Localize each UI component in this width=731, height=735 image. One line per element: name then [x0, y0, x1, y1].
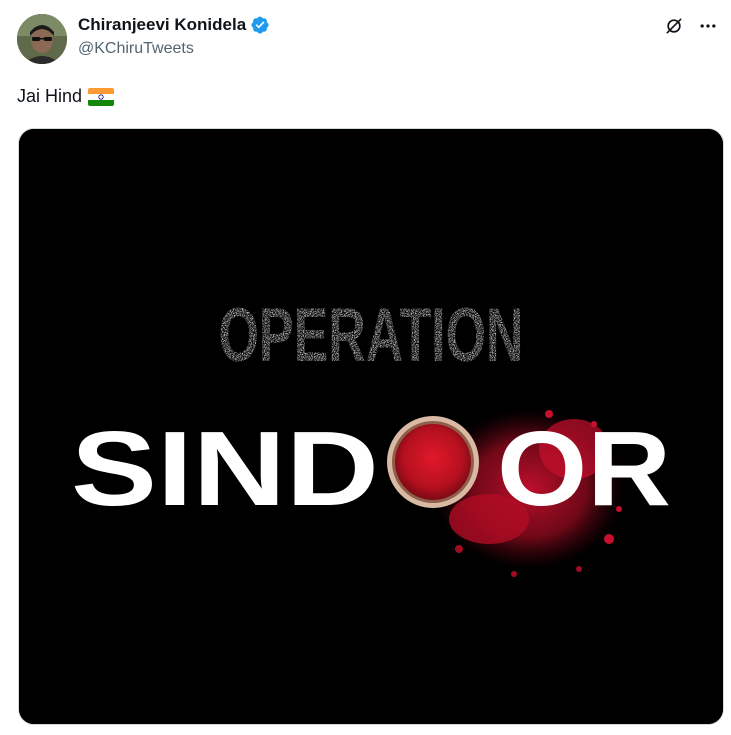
- tweet-text-content: Jai Hind: [17, 86, 83, 106]
- sindoor-bowl-icon: [387, 416, 479, 508]
- tweet-media-image[interactable]: OPERATION SIND OR: [18, 128, 724, 725]
- media-line-or: OR: [497, 410, 671, 528]
- avatar[interactable]: [17, 14, 67, 64]
- grok-icon[interactable]: [663, 15, 685, 37]
- author-display-name[interactable]: Chiranjeevi Konidela: [78, 15, 246, 35]
- tweet-card: Chiranjeevi Konidela @KChiruTweets Jai H…: [0, 0, 731, 735]
- tweet-actions-top: [663, 15, 719, 37]
- tweet-text: Jai Hind: [17, 86, 115, 107]
- more-options-icon[interactable]: [697, 15, 719, 37]
- media-line-sind: SIND: [71, 410, 379, 528]
- india-flag-icon: [88, 87, 115, 106]
- verified-badge-icon[interactable]: [250, 15, 270, 35]
- author-handle[interactable]: @KChiruTweets: [78, 40, 194, 58]
- author-name-row: Chiranjeevi Konidela: [78, 14, 270, 36]
- media-line-operation: OPERATION: [219, 293, 524, 378]
